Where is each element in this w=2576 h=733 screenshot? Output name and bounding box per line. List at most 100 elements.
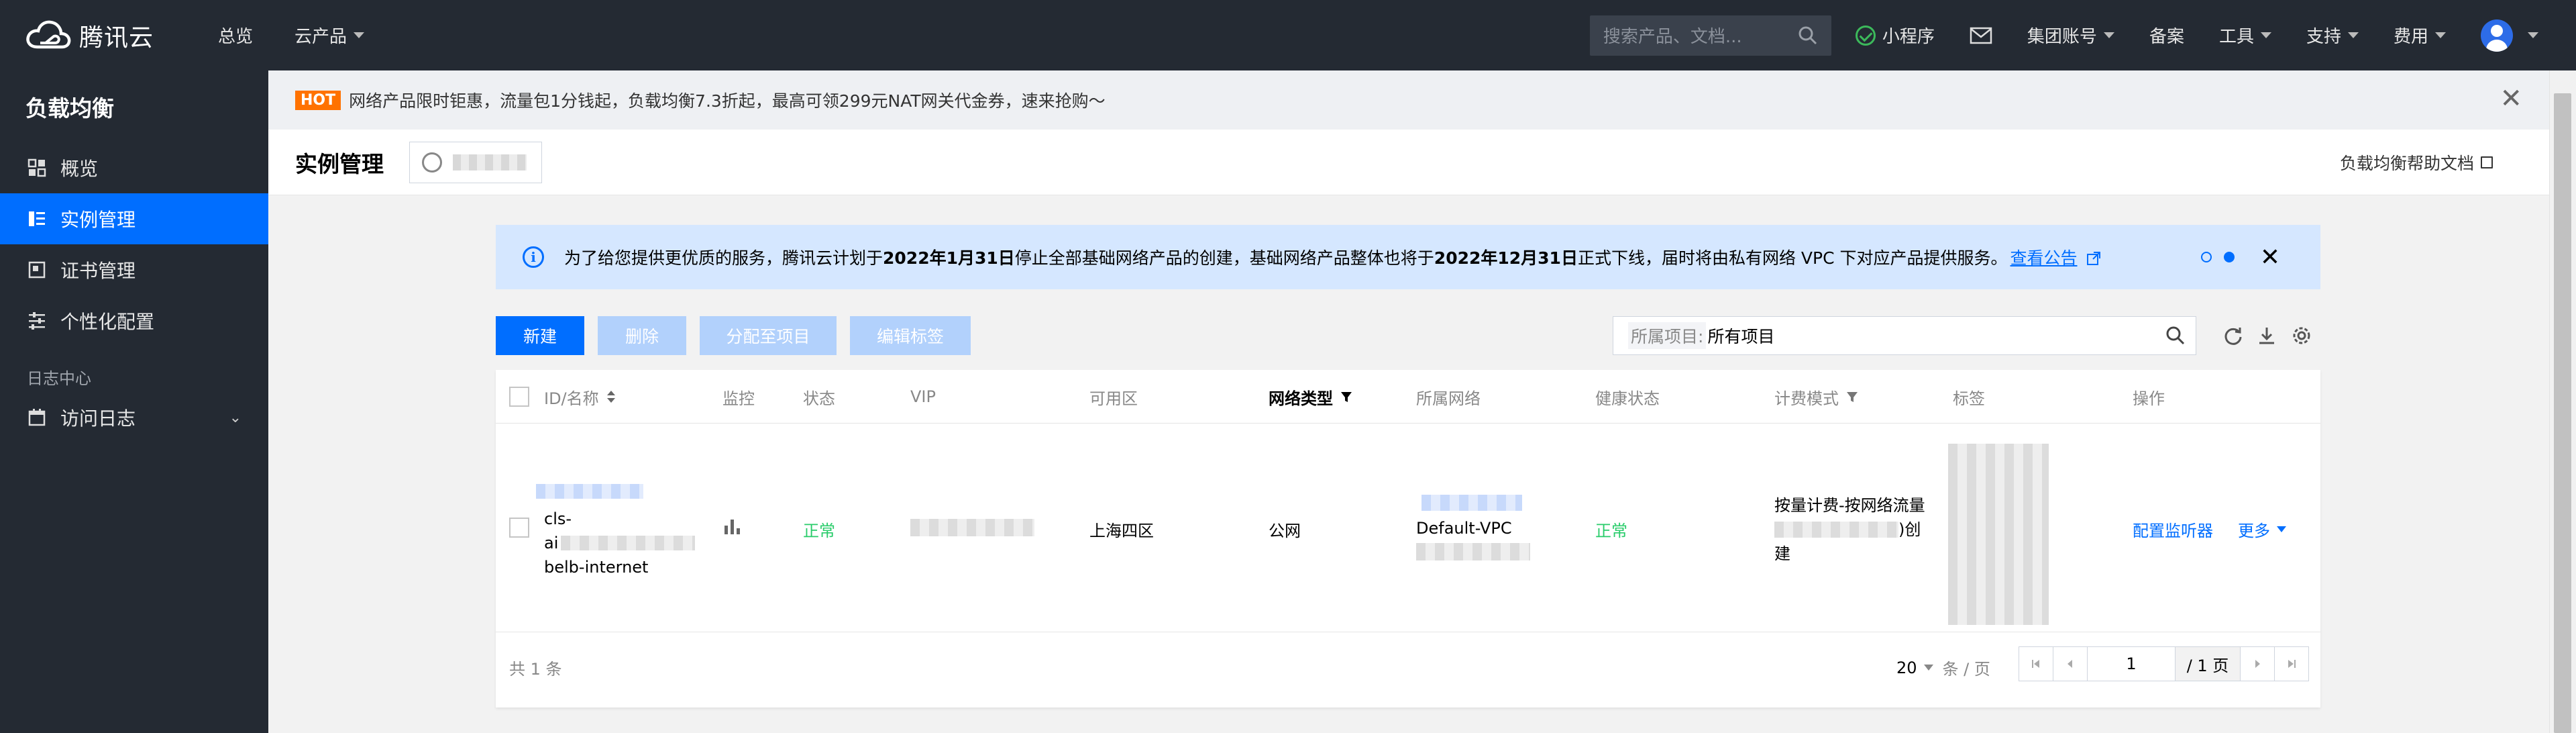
nav-overview[interactable]: 总览 bbox=[218, 23, 253, 48]
new-button[interactable]: 新建 bbox=[496, 316, 584, 355]
logo-text: 腾讯云 bbox=[79, 23, 154, 52]
mini-program-icon bbox=[1855, 25, 1876, 46]
messages-button[interactable] bbox=[1970, 27, 1992, 44]
sidebar-item-certificates[interactable]: 证书管理 bbox=[0, 244, 268, 295]
chevron-down-icon[interactable]: ⌄ bbox=[229, 409, 241, 426]
page-size-select[interactable]: 20 条 / 页 bbox=[1896, 656, 1990, 679]
previous-page-button[interactable] bbox=[2053, 646, 2088, 681]
deprecation-notice: i 为了给您提供更优质的服务，腾讯云计划于2022年1月31日停止全部基础网络产… bbox=[496, 225, 2320, 289]
column-header-monitor: 监控 bbox=[722, 389, 755, 408]
bar-chart-icon[interactable] bbox=[722, 516, 743, 540]
settings-list-icon bbox=[27, 311, 47, 331]
nav-cloud-products-label: 云产品 bbox=[294, 27, 347, 47]
chevron-down-icon bbox=[2103, 32, 2114, 38]
support-menu[interactable]: 支持 bbox=[2306, 23, 2359, 48]
sidebar: 负载均衡 概览 实例管理 证书管理 个性化配置 日志中心 访问日志 ⌄ bbox=[0, 70, 268, 733]
sidebar-item-label: 概览 bbox=[60, 158, 99, 180]
sidebar-item-instances[interactable]: 实例管理 bbox=[0, 193, 268, 244]
tencent-cloud-logo[interactable]: 腾讯云 bbox=[25, 0, 154, 70]
sidebar-item-access-logs[interactable]: 访问日志 ⌄ bbox=[0, 392, 268, 443]
mini-program-link[interactable]: 小程序 bbox=[1855, 23, 1935, 48]
sidebar-item-custom-config[interactable]: 个性化配置 bbox=[0, 295, 268, 346]
sidebar-item-overview[interactable]: 概览 bbox=[0, 142, 268, 193]
sidebar-item-label: 实例管理 bbox=[60, 209, 136, 231]
next-page-button[interactable] bbox=[2240, 646, 2275, 681]
global-search-input[interactable]: 搜索产品、文档... bbox=[1589, 15, 1831, 56]
sort-icon[interactable] bbox=[606, 389, 616, 404]
column-header-status: 状态 bbox=[803, 389, 835, 408]
assign-project-button[interactable]: 分配至项目 bbox=[700, 316, 837, 355]
column-header-network-type[interactable]: 网络类型 bbox=[1269, 370, 1353, 424]
column-header-zone: 可用区 bbox=[1089, 389, 1138, 408]
instance-name: belb-internet bbox=[544, 558, 649, 577]
notice-dot-active[interactable] bbox=[2224, 252, 2235, 262]
instance-id-redacted[interactable] bbox=[536, 484, 643, 499]
list-icon bbox=[27, 209, 47, 229]
last-page-button[interactable] bbox=[2274, 646, 2309, 681]
select-all-checkbox[interactable] bbox=[509, 370, 529, 424]
page-header: 实例管理 负载均衡帮助文档 bbox=[268, 130, 2549, 195]
chevron-down-icon bbox=[2347, 32, 2359, 38]
project-filter-input[interactable]: 所属项目: 所有项目 bbox=[1613, 316, 2196, 355]
help-doc-label: 负载均衡帮助文档 bbox=[2339, 153, 2474, 173]
column-header-health: 健康状态 bbox=[1595, 389, 1660, 408]
notice-date: 2022年1月31日 bbox=[883, 248, 1015, 268]
chevron-down-icon bbox=[2277, 526, 2286, 532]
table-row: cls- ai belb-internet 正常 上海四区 公网 Default… bbox=[496, 424, 2320, 632]
filter-icon[interactable] bbox=[1845, 390, 1859, 403]
refresh-icon[interactable] bbox=[2222, 324, 2245, 347]
search-placeholder: 搜索产品、文档... bbox=[1603, 27, 1742, 47]
close-icon[interactable]: ✕ bbox=[2500, 85, 2522, 112]
help-doc-link[interactable]: 负载均衡帮助文档 bbox=[2340, 150, 2493, 175]
chevron-down-icon bbox=[2435, 32, 2446, 38]
gear-icon[interactable] bbox=[2290, 324, 2313, 347]
sidebar-item-label: 访问日志 bbox=[60, 407, 136, 430]
more-actions-dropdown[interactable]: 更多 bbox=[2238, 518, 2286, 541]
vpc-id-redacted[interactable] bbox=[1421, 495, 1522, 511]
filter-value: 所有项目 bbox=[1707, 327, 1775, 346]
row-checkbox[interactable] bbox=[509, 518, 529, 538]
promo-banner[interactable]: HOT 网络产品限时钜惠，流量包1分钱起，负载均衡7.3折起，最高可领299元N… bbox=[268, 70, 2549, 130]
search-icon[interactable] bbox=[1798, 26, 1818, 46]
configure-listener-link[interactable]: 配置监听器 bbox=[2133, 518, 2213, 541]
column-header-id-name[interactable]: ID/名称 bbox=[544, 370, 616, 424]
certificate-icon bbox=[27, 260, 47, 280]
notice-text: 为了给您提供更优质的服务，腾讯云计划于2022年1月31日停止全部基础网络产品的… bbox=[564, 245, 2101, 269]
mini-program-label: 小程序 bbox=[1882, 27, 1935, 47]
filter-icon[interactable] bbox=[1340, 390, 1353, 403]
globe-icon bbox=[422, 152, 442, 173]
notice-text-part: 停止全部基础网络产品的创建，基础网络产品整体也将于 bbox=[1014, 248, 1434, 268]
promo-text[interactable]: 网络产品限时钜惠，流量包1分钱起，负载均衡7.3折起，最高可领299元NAT网关… bbox=[349, 88, 1106, 112]
first-page-button[interactable] bbox=[2019, 646, 2053, 681]
view-announcement-link[interactable]: 查看公告 bbox=[2010, 248, 2078, 268]
group-account-menu[interactable]: 集团账号 bbox=[2027, 23, 2114, 48]
calendar-icon bbox=[27, 407, 47, 428]
notice-date: 2022年12月31日 bbox=[1434, 248, 1578, 268]
edit-tags-button[interactable]: 编辑标签 bbox=[850, 316, 971, 355]
notice-dot[interactable] bbox=[2201, 252, 2212, 262]
column-header-billing[interactable]: 计费模式 bbox=[1774, 370, 1859, 424]
vertical-scrollbar[interactable] bbox=[2549, 70, 2576, 733]
billing-value: 按量计费-按网络流量 )创 建 bbox=[1774, 493, 1925, 566]
instance-id-name: cls- ai belb-internet bbox=[544, 507, 696, 579]
region-selector[interactable] bbox=[409, 141, 542, 183]
scrollbar-thumb[interactable] bbox=[2554, 93, 2571, 733]
delete-button[interactable]: 删除 bbox=[598, 316, 686, 355]
download-icon[interactable] bbox=[2255, 324, 2278, 347]
health-status-value: 正常 bbox=[1595, 522, 1627, 540]
icp-filing-link[interactable]: 备案 bbox=[2149, 23, 2184, 48]
nav-cloud-products[interactable]: 云产品 bbox=[294, 23, 365, 48]
vip-redacted bbox=[910, 519, 1034, 536]
page-number-input[interactable]: 1 bbox=[2087, 646, 2176, 681]
close-icon[interactable]: ✕ bbox=[2260, 244, 2280, 271]
notice-text-part: 正式下线，届时将由私有网络 VPC 下对应产品提供服务。 bbox=[1577, 248, 2008, 268]
tools-label: 工具 bbox=[2218, 27, 2254, 47]
top-navigation-bar: 腾讯云 总览 云产品 搜索产品、文档... 小程序 集团账号 备案 工具 支持 … bbox=[0, 0, 2576, 70]
user-menu[interactable] bbox=[2481, 19, 2538, 52]
tools-menu[interactable]: 工具 bbox=[2219, 23, 2271, 48]
billing-menu[interactable]: 费用 bbox=[2394, 23, 2446, 48]
search-icon[interactable] bbox=[2165, 325, 2186, 346]
external-link-icon bbox=[2087, 252, 2101, 265]
instance-table: ID/名称 监控 状态 VIP 可用区 网络类型 所属网络 健康状态 计费模式 … bbox=[496, 370, 2320, 707]
billing-suffix: )创 bbox=[1898, 520, 1921, 539]
